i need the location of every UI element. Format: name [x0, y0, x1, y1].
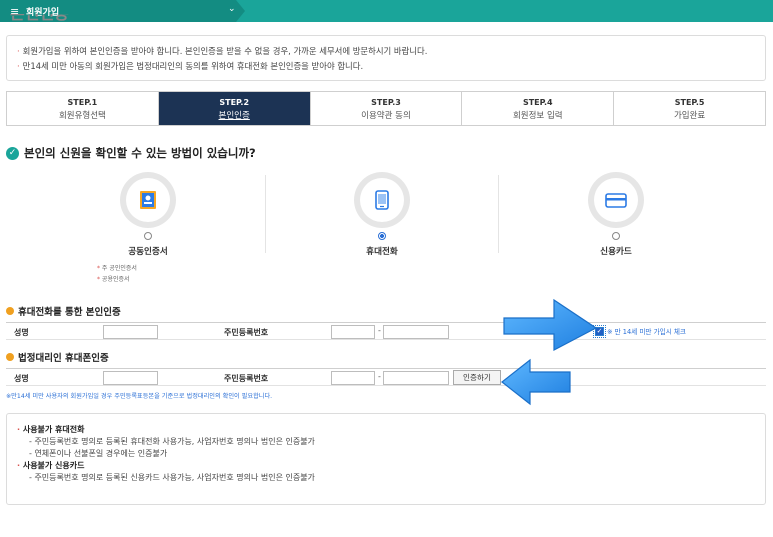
guardian-section-header: 법정대리인 휴대폰인증: [6, 350, 109, 364]
method-icon-button[interactable]: [354, 172, 410, 228]
method-label: 공동인증서: [128, 247, 168, 257]
mobile-phone-icon: [375, 190, 389, 210]
method-icon-button[interactable]: [120, 172, 176, 228]
step-name: 본인인증: [218, 111, 250, 121]
step-name: 이용약관 동의: [361, 111, 411, 121]
top-bar: ≡ 회원가입 ⌄: [0, 0, 773, 22]
step-name: 회원정보 입력: [512, 111, 563, 121]
method-label: 신용카드: [600, 247, 632, 257]
info-item: - 주민등록번호 명의로 등록된 휴대전화 사용가능, 사업자번호 명의나 법인…: [29, 437, 315, 446]
method-radio-selected[interactable]: [378, 232, 386, 240]
step-indicator: STEP.1 회원유형선택 STEP.2 본인인증 STEP.3 이용약관 동의…: [6, 91, 766, 126]
step-number: STEP.4: [522, 98, 553, 107]
guardian-warning: ※만14세 미만 사용자의 회원가입일 경우 주민등록표등본을 기준으로 법정대…: [6, 393, 273, 400]
method-mobile[interactable]: 휴대전화: [322, 172, 442, 257]
page-title-partial: 본인인증: [10, 14, 69, 23]
notice-line-2: · 만14세 미만 아동의 회원가입은 법정대리인의 동의를 위하여 휴대전화 본…: [17, 61, 364, 71]
step-number: STEP.3: [371, 98, 401, 107]
guardian-id-back-input[interactable]: [383, 371, 449, 385]
step-name: 회원유형선택: [58, 111, 106, 121]
certificate-icon: [140, 191, 156, 209]
arrow-right-icon: [503, 298, 598, 351]
method-radio[interactable]: [144, 232, 152, 240]
method-credit-card[interactable]: 신용카드: [556, 172, 676, 257]
dash: -: [378, 372, 381, 381]
guardian-form-row: 성명 주민등록번호 - 인증하기: [6, 368, 766, 386]
age-check-label: ※ 만 14세 미만 가입시 체크: [607, 328, 686, 336]
verify-button[interactable]: 인증하기: [453, 370, 501, 385]
section-title: 휴대전화를 통한 본인인증: [18, 307, 121, 318]
notice-line-1: · 회원가입을 위하여 본인인증을 받아야 합니다. 본인인증을 받을 수 없을 …: [17, 46, 428, 56]
method-label: 휴대전화: [366, 247, 398, 257]
section-title: 법정대리인 휴대폰인증: [18, 353, 109, 364]
chevron-down-icon[interactable]: ⌄: [228, 4, 236, 14]
cert-note: * 공용인증서: [97, 276, 130, 283]
age-under-14-check[interactable]: ✓ ※ 만 14세 미만 가입시 체크: [593, 324, 686, 338]
dash: -: [378, 326, 381, 335]
phone-section-header: 휴대전화를 통한 본인인증: [6, 304, 121, 318]
divider: [498, 175, 499, 253]
credit-card-icon: [605, 193, 627, 208]
id-label: 주민등록번호: [224, 328, 269, 337]
info-title: · 사용불가 휴대전화: [17, 425, 85, 434]
method-radio[interactable]: [612, 232, 620, 240]
bullet-icon: [6, 307, 14, 315]
name-input[interactable]: [103, 325, 158, 339]
info-item: - 연체폰이나 선불폰일 경우에는 인증불가: [29, 449, 168, 458]
step-name: 가입완료: [673, 111, 706, 121]
bullet-icon: [6, 353, 14, 361]
certificate-notes: * 주 공인인증서 * 공용인증서: [97, 263, 137, 285]
arrow-left-icon: [501, 358, 571, 406]
name-label: 성명: [14, 328, 29, 337]
id-back-input[interactable]: [383, 325, 449, 339]
info-title: · 사용불가 신용카드: [17, 461, 85, 470]
cert-note: * 주 공인인증서: [97, 265, 137, 272]
id-front-input[interactable]: [331, 325, 375, 339]
step-4[interactable]: STEP.4 회원정보 입력: [462, 92, 615, 125]
name-label: 성명: [14, 374, 29, 383]
step-number: STEP.5: [674, 98, 705, 107]
id-label: 주민등록번호: [224, 374, 269, 383]
step-3[interactable]: STEP.3 이용약관 동의: [311, 92, 463, 125]
step-5[interactable]: STEP.5 가입완료: [614, 92, 765, 125]
verification-question: ✓ 본인의 신원을 확인할 수 있는 방법이 있습니까?: [6, 145, 256, 161]
step-number: STEP.2: [219, 98, 250, 107]
notice-box: · 회원가입을 위하여 본인인증을 받아야 합니다. 본인인증을 받을 수 없을 …: [6, 35, 766, 81]
restrictions-info-box: · 사용불가 휴대전화 - 주민등록번호 명의로 등록된 휴대전화 사용가능, …: [6, 413, 766, 505]
step-2[interactable]: STEP.2 본인인증: [158, 92, 311, 125]
question-text: 본인의 신원을 확인할 수 있는 방법이 있습니까?: [24, 146, 256, 160]
guardian-id-front-input[interactable]: [331, 371, 375, 385]
guardian-name-input[interactable]: [103, 371, 158, 385]
method-certificate[interactable]: 공동인증서: [88, 172, 208, 257]
step-number: STEP.1: [67, 98, 98, 107]
method-icon-button[interactable]: [588, 172, 644, 228]
step-1[interactable]: STEP.1 회원유형선택: [7, 92, 159, 125]
info-item: - 주민등록번호 명의로 등록된 신용카드 사용가능, 사업자번호 명의나 법인…: [29, 473, 315, 482]
check-circle-icon: ✓: [6, 146, 19, 160]
divider: [265, 175, 266, 253]
